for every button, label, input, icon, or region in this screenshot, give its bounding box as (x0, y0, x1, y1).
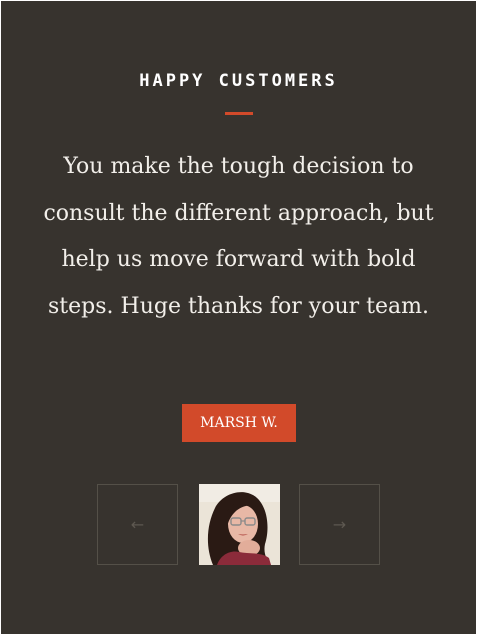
arrow-left-icon: ← (130, 515, 145, 534)
heading-divider (225, 112, 253, 115)
arrow-right-icon: → (332, 515, 347, 534)
section-heading: HAPPY CUSTOMERS (139, 71, 338, 91)
testimonials-section: HAPPY CUSTOMERS You make the tough decis… (1, 1, 476, 634)
previous-button[interactable]: ← (97, 484, 178, 565)
next-button[interactable]: → (299, 484, 380, 565)
testimonial-quote: You make the tough decision to consult t… (43, 154, 434, 319)
avatar-photo (199, 484, 280, 565)
author-badge: MARSH W. (182, 404, 296, 442)
customer-avatar[interactable] (199, 484, 280, 565)
